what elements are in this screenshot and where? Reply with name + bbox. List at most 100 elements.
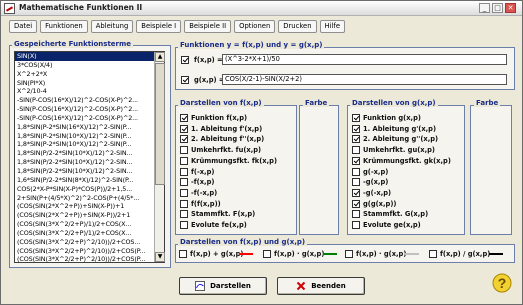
display_g-option-checkbox[interactable] bbox=[352, 188, 360, 197]
close-button[interactable]: ✕ bbox=[505, 3, 516, 13]
display_g-option-checkbox[interactable] bbox=[352, 178, 360, 187]
display_g-option-checkbox[interactable] bbox=[352, 167, 360, 176]
f-enable-checkbox[interactable] bbox=[181, 56, 189, 64]
menu-ableitung[interactable]: Ableitung bbox=[90, 20, 134, 33]
display_f-option-label: 1. Ableitung f'(x,p) bbox=[191, 124, 263, 133]
display-fg-option-label: f(x,p) · g(x,p) bbox=[274, 250, 325, 258]
display-fg-option-checkbox[interactable] bbox=[429, 250, 437, 258]
display_g-option-row: Funktion g(x,p) bbox=[352, 113, 421, 123]
help-icon[interactable]: ? bbox=[492, 273, 512, 293]
scroll-thumb[interactable] bbox=[155, 63, 165, 185]
term-list-item[interactable]: 3*COS(X/4) bbox=[15, 61, 164, 70]
close-x-icon bbox=[297, 281, 306, 291]
display_g-option-checkbox[interactable] bbox=[352, 199, 360, 208]
display-fg-option-checkbox[interactable] bbox=[345, 250, 353, 258]
menu-beispiele-2[interactable]: Beispiele II bbox=[184, 20, 232, 33]
menu-optionen[interactable]: Optionen bbox=[234, 20, 276, 33]
display-fg-option-row: f(x,p) + g(x,p) bbox=[179, 249, 243, 259]
display_f-option-checkbox[interactable] bbox=[180, 210, 188, 219]
term-list-item[interactable]: (COS(SIN(3*X^2/2+P)^2/10))/2+COS(P... bbox=[15, 247, 164, 256]
quit-button[interactable]: Beenden bbox=[277, 277, 365, 295]
term-list-item[interactable]: (COS(SIN(3*X^2/2+P)^2/10))/2+COS(P... bbox=[15, 255, 164, 262]
display_f-option-checkbox[interactable] bbox=[180, 178, 188, 187]
display_f-option-checkbox[interactable] bbox=[180, 135, 188, 144]
term-list-item[interactable]: 1,8*SIN(P/2-2*SIN(10*X)/12)^2-SIN... bbox=[15, 167, 164, 176]
display_f-option-checkbox[interactable] bbox=[180, 124, 188, 133]
display_g-option-row: -g(-x,p) bbox=[352, 188, 391, 198]
term-list-item[interactable]: (COS(SIN(2*X^2+P))+SIN(X-P))+1 bbox=[15, 202, 164, 211]
display_f-option-row: Stammfkt. F(x,p) bbox=[180, 209, 255, 219]
term-list-item[interactable]: 1,8*SIN(P-2*SIN(16*X)/12)^2-SIN(P... bbox=[15, 123, 164, 132]
scroll-down-button[interactable]: ▼ bbox=[155, 252, 165, 262]
display-fg-color-swatch[interactable] bbox=[239, 253, 253, 255]
term-list-item[interactable]: (COS(SIN(3*X^2/2+P)^2/10))/2+COS... bbox=[15, 238, 164, 247]
term-list-item[interactable]: -SIN(P-COS(16*X)/12)^2-COS(X-P)^2... bbox=[15, 114, 164, 123]
f-input[interactable]: (X^3-2*X+1)/50 bbox=[222, 54, 507, 65]
display-fg-option-checkbox[interactable] bbox=[263, 250, 271, 258]
menu-beispiele-1[interactable]: Beispiele I bbox=[136, 20, 182, 33]
term-list-item[interactable]: X^2/10-4 bbox=[15, 87, 164, 96]
term-list-item[interactable]: 1,8*SIN(P-2*SIN(10*X)/12)^2-SIN(P... bbox=[15, 140, 164, 149]
display-fg-option-label: f(x,p) / g(x,p) bbox=[440, 250, 491, 258]
minimize-button[interactable]: _ bbox=[479, 3, 490, 13]
show-button-label: Darstellen bbox=[210, 282, 251, 290]
display_g-option-checkbox[interactable] bbox=[352, 124, 360, 133]
display_g-option-checkbox[interactable] bbox=[352, 221, 360, 229]
term-list-item[interactable]: COS(2*X-P*SIN(X-P)*COS(P))/2+1,5... bbox=[15, 185, 164, 194]
display_g-option-checkbox[interactable] bbox=[352, 135, 360, 144]
term-list-item[interactable]: 1,6*SIN(P/2-2*SIN(8*X)/12)^2-SIN(P... bbox=[15, 176, 164, 185]
display-fg-option-row: f(x,p) / g(x,p) bbox=[429, 249, 490, 259]
g-enable-checkbox[interactable] bbox=[181, 76, 189, 84]
term-list-item[interactable]: 1,8*SIN(P/2-2*SIN(10*X)/12)^2-SIN... bbox=[15, 158, 164, 167]
display_f-option-checkbox[interactable] bbox=[180, 114, 188, 122]
color-g-title: Farbe bbox=[474, 99, 501, 107]
term-list-item[interactable]: (COS(SIN(3*X^2/2+P)/1)/2+COS(X... bbox=[15, 220, 164, 229]
title-bar[interactable]: Mathematische Funktionen II _ □ ✕ bbox=[1, 1, 522, 16]
display_f-option-checkbox[interactable] bbox=[180, 146, 188, 155]
term-list-item[interactable]: 2+SIN(P+(4/5*X)^2)^2-COS(P+(4/5*... bbox=[15, 194, 164, 203]
display_g-option-checkbox[interactable] bbox=[352, 156, 360, 165]
maximize-button[interactable]: □ bbox=[492, 3, 503, 13]
display-fg-color-swatch[interactable] bbox=[405, 253, 419, 255]
display_g-option-checkbox[interactable] bbox=[352, 146, 360, 155]
term-list-item[interactable]: -SIN(P-COS(16*X)/12)^2-COS(X-P)^2... bbox=[15, 105, 164, 114]
display_f-option-label: -f(-x,p) bbox=[191, 188, 218, 197]
display_f-option-checkbox[interactable] bbox=[180, 221, 188, 229]
display_g-option-label: g(-x,p) bbox=[363, 167, 389, 176]
display_f-option-label: Evolute fe(x,p) bbox=[191, 221, 247, 229]
list-scrollbar[interactable]: ▲ ▼ bbox=[154, 52, 165, 262]
term-list-item[interactable]: SIN(PI*X) bbox=[15, 79, 164, 88]
scroll-up-button[interactable]: ▲ bbox=[155, 52, 165, 62]
term-list-item[interactable]: 1,8*SIN(P/2-2*SIN(10*X)/12)^2-SIN... bbox=[15, 149, 164, 158]
display-fg-color-swatch[interactable] bbox=[489, 253, 503, 255]
stored-terms-list[interactable]: SIN(X) 3*COS(X/4) X^2+2*X SIN(PI*X) X^2/10-4… bbox=[14, 51, 165, 263]
menu-hilfe[interactable]: Hilfe bbox=[319, 20, 346, 33]
menu-datei[interactable]: Datei bbox=[9, 20, 38, 33]
display_g-option-checkbox[interactable] bbox=[352, 114, 360, 122]
display_f-option-checkbox[interactable] bbox=[180, 188, 188, 197]
term-list-item[interactable]: (COS(SIN(3*X^2/2+P)/1)/2+COS(X... bbox=[15, 229, 164, 238]
term-list-item[interactable]: SIN(X) bbox=[15, 52, 164, 61]
term-list-item[interactable]: 1,8*SIN(P-2*SIN(10*X)/12)^2-SIN(P... bbox=[15, 132, 164, 141]
g-enable-row: g(x,p) = bbox=[181, 75, 224, 85]
term-list-item[interactable]: (COS(SIN(2*X^2+P))+SIN(X-P))/2+1 bbox=[15, 211, 164, 220]
f-enable-row: f(x,p) = bbox=[181, 55, 223, 65]
display_g-option-row: Umkehrfkt. gu(x,p) bbox=[352, 145, 435, 155]
term-list-item[interactable]: X^2+2*X bbox=[15, 70, 164, 79]
display_f-option-checkbox[interactable] bbox=[180, 199, 188, 208]
display-f-title: Darstellen von f(x,p) bbox=[178, 99, 264, 107]
show-button[interactable]: Darstellen bbox=[179, 277, 267, 295]
display-fg-color-swatch[interactable] bbox=[323, 253, 337, 255]
menu-funktionen[interactable]: Funktionen bbox=[40, 20, 88, 33]
display_g-option-checkbox[interactable] bbox=[352, 210, 360, 219]
term-list-item[interactable]: -SIN(P-COS(16*X)/12)^2-COS(X-P)^2... bbox=[15, 96, 164, 105]
menu-bar: Datei Funktionen Ableitung Beispiele I B… bbox=[9, 20, 348, 33]
display-fg-option-row: f(x,p) · g(x,p) bbox=[345, 249, 406, 259]
display_f-option-checkbox[interactable] bbox=[180, 156, 188, 165]
display_f-option-checkbox[interactable] bbox=[180, 167, 188, 176]
menu-drucken[interactable]: Drucken bbox=[278, 20, 317, 33]
display-fg-option-label: f(x,p) · g(x,p) bbox=[356, 250, 407, 258]
display_g-option-label: Krümmungsfkt. gk(x,p) bbox=[363, 156, 451, 165]
display-fg-option-checkbox[interactable] bbox=[179, 250, 187, 258]
g-input[interactable]: COS(X/2-1)-SIN(X/2+2) bbox=[222, 74, 507, 85]
